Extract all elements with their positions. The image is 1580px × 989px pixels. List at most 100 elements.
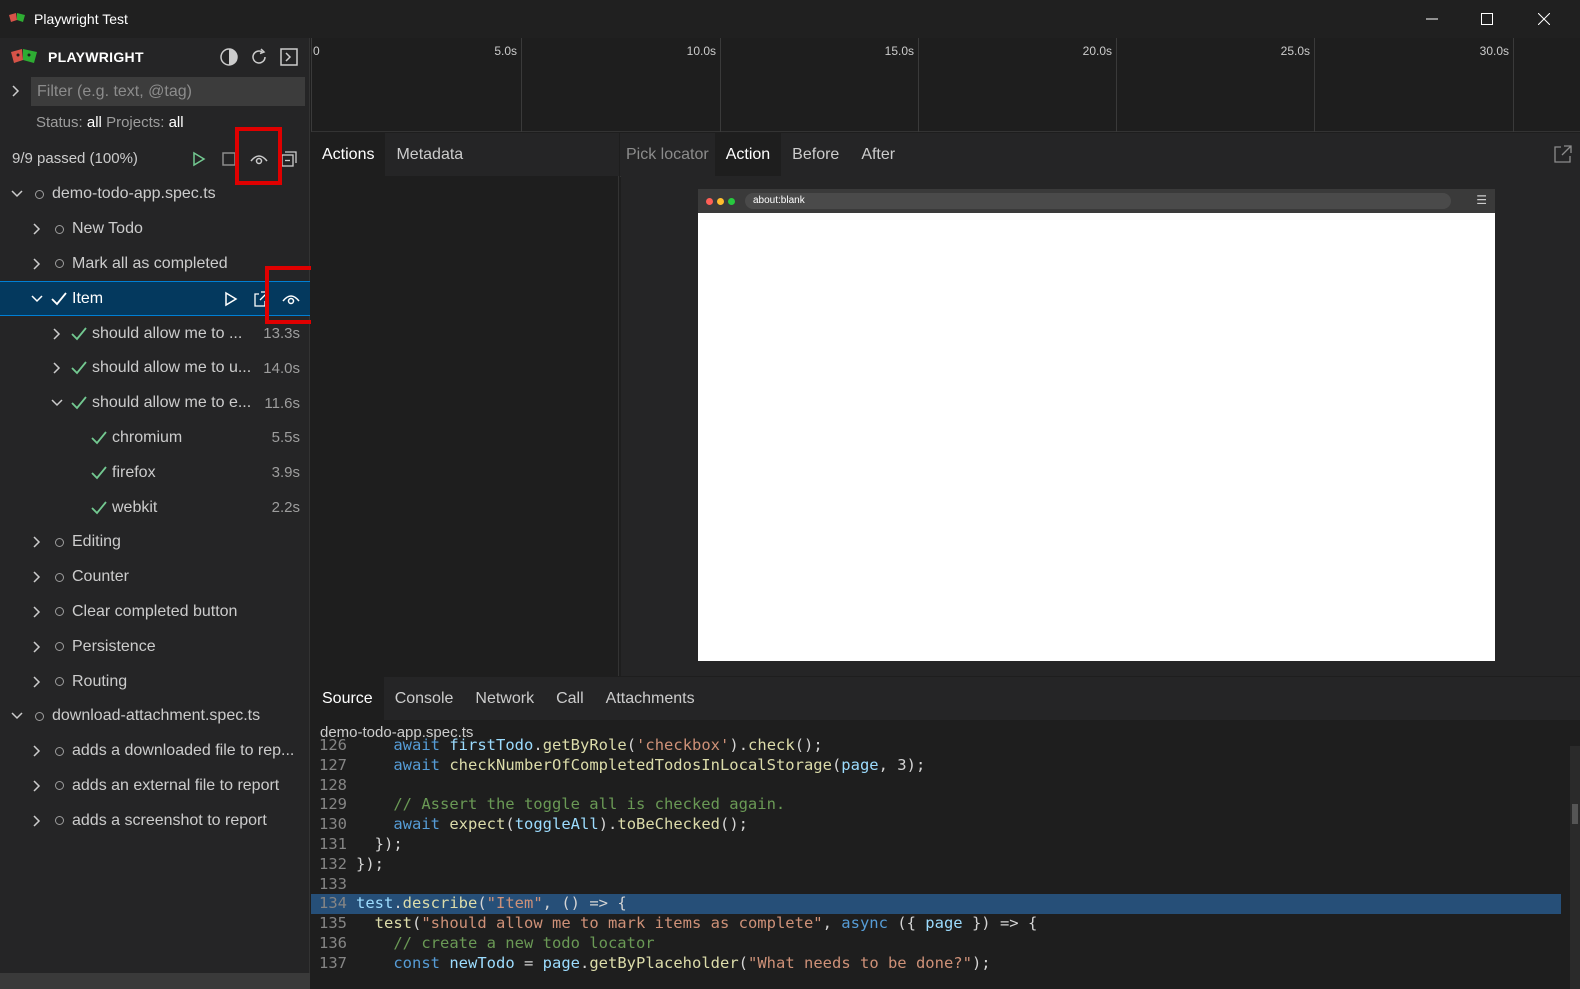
tree-item-label: Routing [72,672,128,690]
duration-label: 14.0s [263,359,300,377]
tab-action[interactable]: Action [714,132,782,177]
tree-item[interactable]: download-attachment.spec.ts [0,699,310,734]
idle-status-icon [54,572,64,582]
duration-label: 2.2s [271,499,300,517]
tree-item[interactable]: should allow me to ... 13.3s [0,316,310,351]
filter-expand-chevron-icon[interactable] [8,83,24,99]
run-item-button[interactable] [220,288,242,310]
play-icon [225,291,238,307]
tree-item-label: Item [72,289,104,307]
chevron-right-icon[interactable] [30,257,44,271]
contrast-icon [220,48,238,66]
chevron-down-icon[interactable] [10,709,24,723]
code-editor[interactable]: 126 await firstTodo.getByRole('checkbox'… [311,736,1561,974]
close-dot-icon [706,197,713,205]
projects-label: Projects: [106,114,165,131]
toggle-output-button[interactable] [278,46,300,68]
tree-item[interactable]: should allow me to u... 14.0s [0,351,310,386]
tab-actions[interactable]: Actions [311,132,386,177]
play-icon [193,151,206,167]
reload-button[interactable] [248,46,270,68]
tree-item[interactable]: adds a screenshot to report [0,803,310,838]
brand-name: PLAYWRIGHT [48,49,144,65]
code-line: 130 await expect(toggleAll).toBeChecked(… [311,815,1561,835]
pick-locator-button[interactable]: Pick locator [620,133,715,177]
tree-item[interactable]: adds a downloaded file to rep... [0,734,310,769]
tree-item[interactable]: Mark all as completed [0,247,310,282]
status-filter-line[interactable]: Status: all Projects: all [36,114,184,131]
tree-item-label: Mark all as completed [72,254,228,272]
chevron-right-icon[interactable] [30,744,44,758]
theme-toggle-button[interactable] [218,46,240,68]
tab-before[interactable]: Before [781,133,850,177]
tree-item[interactable]: chromium 5.5s [0,421,310,456]
tab-source[interactable]: Source [311,676,384,721]
tree-item[interactable]: New Todo [0,212,310,247]
tree-item[interactable]: Editing [0,525,310,560]
chevron-right-icon[interactable] [30,779,44,793]
chevron-down-icon[interactable] [50,396,64,410]
chevron-down-icon[interactable] [10,187,24,201]
check-icon [71,327,87,340]
tree-item[interactable]: Clear completed button [0,595,310,630]
highlight-box-watch-all [235,127,282,185]
maximize-icon [1480,13,1493,25]
chevron-right-icon[interactable] [30,535,44,549]
idle-status-icon [54,781,64,791]
snapshot-preview: about:blank ☰ [621,176,1580,676]
tab-after[interactable]: After [850,133,906,177]
close-button[interactable] [1515,0,1572,38]
code-scrollbar[interactable] [1570,746,1580,989]
code-text: await checkNumberOfCompletedTodosInLocal… [393,755,926,774]
code-line: 137 const newTodo = page.getByPlaceholde… [311,954,1561,974]
chevron-right-icon[interactable] [30,675,44,689]
chevron-right-icon[interactable] [30,570,44,584]
filter-input[interactable] [31,77,305,106]
sidebar-horizontal-scrollbar[interactable] [0,973,310,989]
minimize-dot-icon [717,197,724,205]
duration-label: 3.9s [271,464,300,482]
minimize-button[interactable] [1403,0,1460,38]
browser-frame[interactable]: about:blank ☰ [698,189,1495,661]
tree-item[interactable]: Persistence [0,629,310,664]
playwright-logo-icon [9,13,25,22]
chevron-right-icon[interactable] [30,222,44,236]
tree-item-selected[interactable]: Item [0,281,310,317]
tab-attachments[interactable]: Attachments [595,677,706,721]
chevron-right-icon[interactable] [30,814,44,828]
code-line: 127 await checkNumberOfCompletedTodosInL… [311,756,1561,776]
code-line: 129 // Assert the toggle all is checked … [311,795,1561,815]
open-snapshot-button[interactable] [1554,145,1572,167]
tree-item[interactable]: Counter [0,560,310,595]
tree-item[interactable]: adds an external file to report [0,769,310,804]
chevron-right-icon[interactable] [50,327,64,341]
idle-status-icon [54,259,64,269]
tree-item[interactable]: firefox 3.9s [0,455,310,490]
tree-item-label: Clear completed button [72,602,238,620]
tree-item[interactable]: Routing [0,664,310,699]
code-text: }); [356,834,403,853]
tab-console[interactable]: Console [384,677,465,721]
tree-item[interactable]: webkit 2.2s [0,490,310,525]
timeline[interactable]: 0 5.0s 10.0s 15.0s 20.0s 25.0s 30.0s [311,38,1580,132]
code-text: }); [356,854,384,873]
code-text: await firstTodo.getByRole('checkbox').ch… [393,736,823,754]
run-all-button[interactable] [188,148,210,170]
code-text: test("should allow me to mark items as c… [374,914,1038,933]
code-line: 131 }); [311,835,1561,855]
source-view: demo-todo-app.spec.ts 126 await firstTod… [311,720,1580,989]
tab-call[interactable]: Call [545,677,595,721]
maximize-button[interactable] [1458,0,1515,38]
tab-metadata[interactable]: Metadata [385,133,474,177]
chevron-right-icon[interactable] [30,640,44,654]
chevron-right-icon[interactable] [30,605,44,619]
tab-network[interactable]: Network [464,677,545,721]
idle-status-icon [54,677,64,687]
hamburger-menu-icon: ☰ [1476,193,1487,207]
code-line: 135 test("should allow me to mark items … [311,914,1561,934]
tree-item-label: New Todo [72,220,143,238]
idle-status-icon [54,642,64,652]
chevron-down-icon[interactable] [30,292,44,306]
chevron-right-icon[interactable] [50,361,64,375]
tree-item[interactable]: should allow me to e... 11.6s [0,386,310,421]
